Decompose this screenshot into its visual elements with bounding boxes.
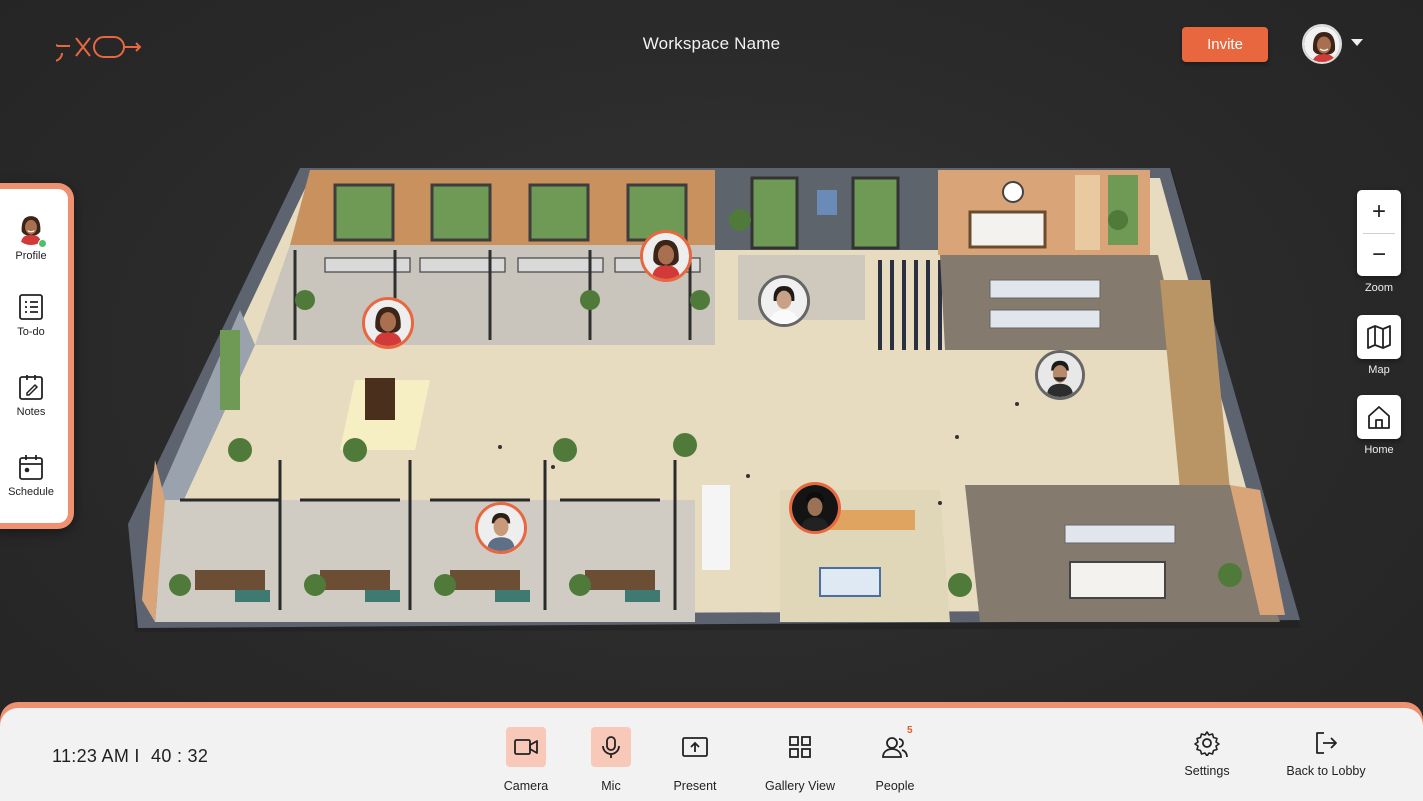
list-icon [19,294,43,320]
person-avatar-icon [792,485,838,531]
map-avatar-woman-2[interactable] [362,297,414,349]
present-icon [682,737,708,757]
home-label: Home [1364,444,1394,456]
map-avatar-woman-3[interactable] [758,275,810,327]
zoom-control: + − [1357,190,1401,276]
people-icon [882,737,908,758]
camera-button[interactable]: Camera [496,727,556,793]
woman-avatar-icon [1304,26,1340,62]
mic-icon [602,736,620,758]
gallery-view-label: Gallery View [765,779,835,793]
mic-label: Mic [601,779,621,793]
sidebar-item-label: Notes [16,406,46,418]
zoom-in-button[interactable]: + [1357,190,1401,233]
map-icon [1367,325,1391,349]
current-time: 11:23 AM I [52,746,140,766]
person-avatar-icon [761,278,807,324]
clock: 11:23 AM I 40 : 32 [52,746,208,767]
exit-icon [1316,732,1337,754]
settings-button[interactable]: Settings [1172,730,1242,778]
people-label: People [875,779,915,793]
back-to-lobby-label: Back to Lobby [1286,764,1366,778]
back-to-lobby-button[interactable]: Back to Lobby [1276,730,1376,778]
office-map[interactable] [120,160,1310,640]
sidebar-item-schedule[interactable]: Schedule [0,453,68,498]
mic-toggle[interactable] [591,727,631,767]
gear-icon [1194,731,1220,756]
invite-button[interactable]: Invite [1182,27,1268,62]
sidebar-item-notes[interactable]: Notes [0,373,68,418]
woman-avatar-icon [643,233,689,279]
sidebar-item-label: To-do [17,326,45,338]
notes-icon [19,375,43,400]
gallery-view-button[interactable]: Gallery View [760,727,840,793]
map-avatar-woman-1[interactable] [640,230,692,282]
camera-label: Camera [503,779,549,793]
left-sidebar: Profile To-do Notes Schedule [0,183,74,529]
people-button[interactable]: 5 People [865,725,925,793]
home-button[interactable] [1357,395,1401,439]
map-button[interactable] [1357,315,1401,359]
online-status-dot [38,239,47,248]
woman-avatar-icon [365,300,411,346]
people-count-badge: 5 [907,725,913,736]
map-avatar-man-3[interactable] [789,482,841,534]
calendar-icon [19,455,43,480]
map-avatar-man-1[interactable] [1035,350,1085,400]
camera-icon [514,739,538,755]
map-label: Map [1368,364,1390,376]
present-label: Present [673,779,717,793]
present-toggle[interactable] [675,727,715,767]
sidebar-item-label: Schedule [8,486,54,498]
gallery-toggle[interactable] [780,727,820,767]
session-timer: 40 : 32 [151,746,209,766]
sidebar-item-todo[interactable]: To-do [0,293,68,338]
sidebar-item-profile[interactable]: Profile [0,211,68,262]
settings-label: Settings [1184,764,1230,778]
sidebar-item-label: Profile [15,250,47,262]
zoom-out-button[interactable]: − [1357,233,1401,276]
chevron-down-icon[interactable] [1351,39,1363,46]
user-avatar[interactable] [1302,24,1342,64]
people-toggle[interactable]: 5 [875,725,915,767]
person-avatar-icon [478,505,524,551]
home-icon [1368,406,1390,429]
present-button[interactable]: Present [665,727,725,793]
map-avatar-man-2[interactable] [475,502,527,554]
camera-toggle[interactable] [506,727,546,767]
mic-button[interactable]: Mic [581,727,641,793]
grid-icon [789,736,811,758]
zoom-label: Zoom [1364,282,1394,294]
person-avatar-icon [1038,353,1082,397]
